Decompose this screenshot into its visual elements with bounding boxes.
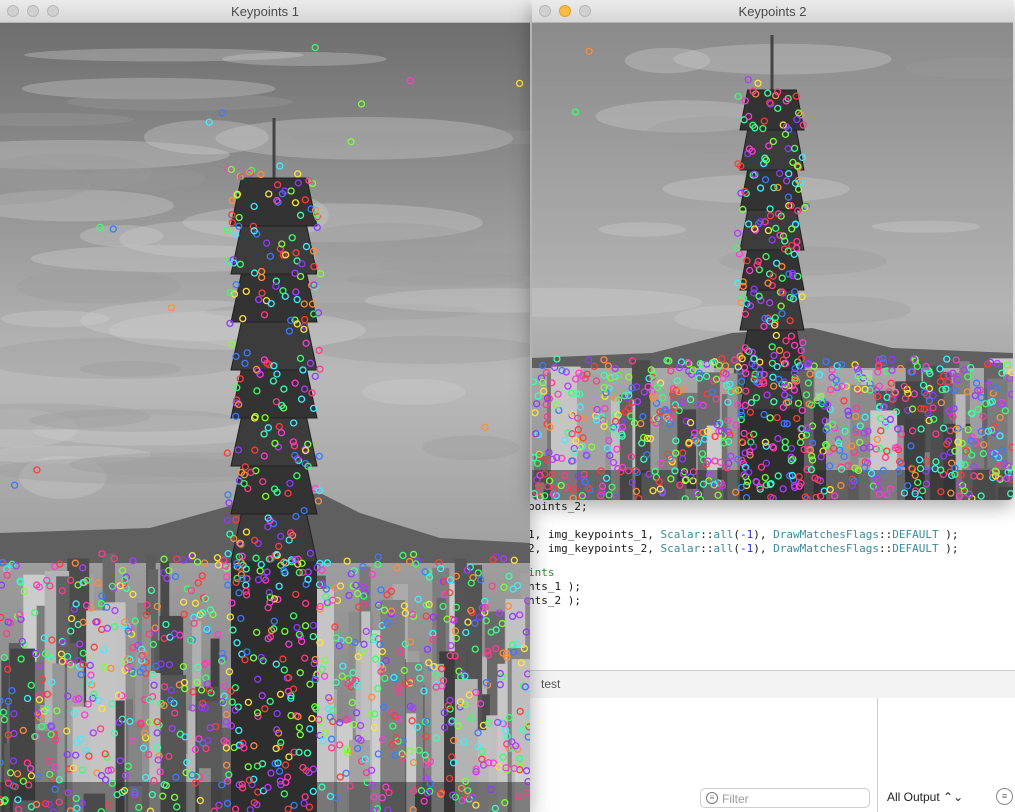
code-line[interactable]: 1, img_keypoints_1, Scalar::all(-1), Dra… bbox=[528, 528, 959, 542]
taipei-101-keypoints-image bbox=[532, 23, 1013, 500]
keypoints-2-window: Keypoints 2 bbox=[532, 0, 1013, 500]
debug-target-label: test bbox=[541, 677, 561, 691]
debug-divider[interactable] bbox=[877, 698, 878, 812]
output-selector[interactable]: All Output ⌃⌄ bbox=[887, 790, 963, 804]
filter-icon: ≡ bbox=[706, 792, 718, 804]
code-line[interactable]: points_2; bbox=[528, 500, 588, 514]
code-line[interactable]: nts_2 ); bbox=[528, 594, 581, 608]
window-title: Keypoints 2 bbox=[738, 4, 807, 19]
filter-icon[interactable]: ≡ bbox=[996, 788, 1013, 805]
window-title: Keypoints 1 bbox=[231, 4, 299, 19]
keypoints-image bbox=[0, 23, 530, 812]
variables-filter-field[interactable]: ≡ Filter bbox=[700, 788, 870, 808]
taipei-101-keypoints-image bbox=[0, 23, 530, 812]
code-editor[interactable]: points_2; 1, img_keypoints_1, Scalar::al… bbox=[528, 500, 1015, 607]
debug-bar: test bbox=[528, 670, 1015, 699]
filter-placeholder: Filter bbox=[722, 792, 749, 806]
keypoints-image bbox=[532, 23, 1013, 500]
code-line[interactable]: 2, img_keypoints_2, Scalar::all(-1), Dra… bbox=[528, 542, 959, 556]
code-line[interactable]: ints bbox=[528, 566, 555, 580]
window-titlebar[interactable]: Keypoints 1 bbox=[0, 0, 530, 23]
code-line[interactable]: nts_1 ); bbox=[528, 580, 581, 594]
keypoints-1-window: Keypoints 1 bbox=[0, 0, 530, 812]
window-titlebar[interactable]: Keypoints 2 bbox=[532, 0, 1013, 23]
